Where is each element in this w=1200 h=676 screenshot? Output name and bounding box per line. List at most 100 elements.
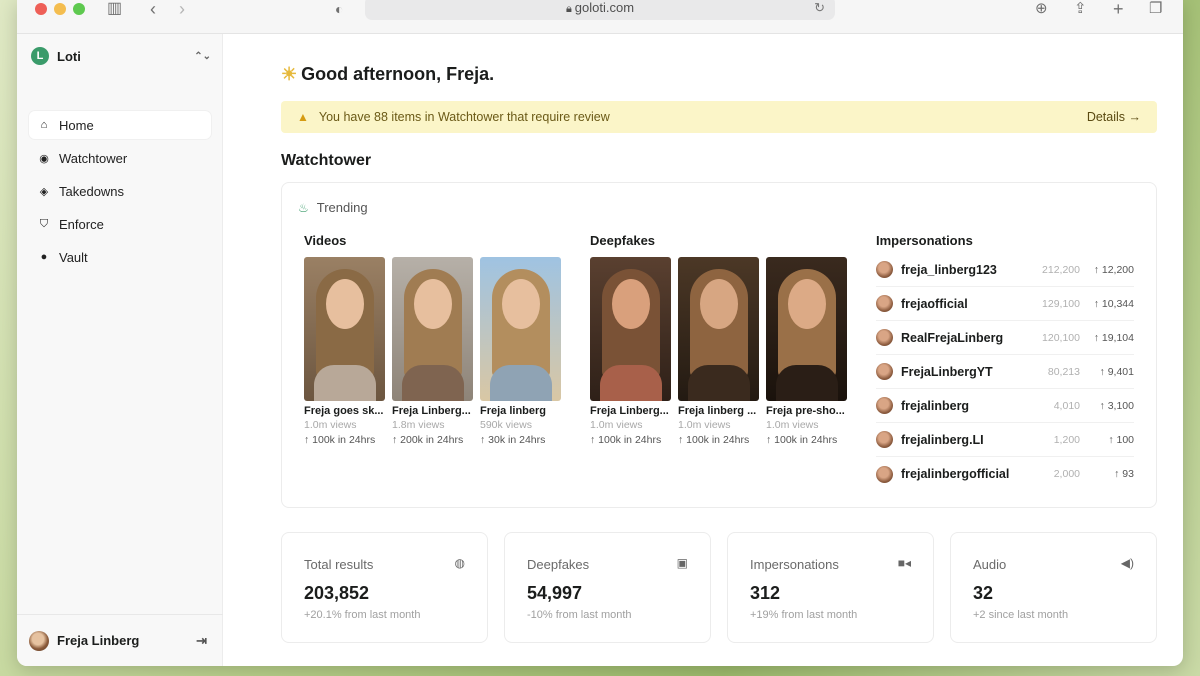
impersonation-row[interactable]: frejalinberg.LI 1,200 ↑ 100 [876, 423, 1134, 457]
forward-icon[interactable]: › [179, 0, 185, 18]
impersonations-title: Impersonations [876, 233, 973, 248]
sidebar-toggle-icon[interactable]: ▥ [107, 0, 122, 18]
sidebar-item-takedowns[interactable]: ◈ Takedowns [29, 177, 211, 205]
back-icon[interactable]: ‹ [150, 0, 156, 18]
video-views: 1.0m views [304, 419, 357, 431]
org-switcher[interactable]: L Loti ⌃⌄ [31, 46, 211, 66]
impersonation-row[interactable]: frejalinbergofficial 2,000 ↑ 93 [876, 457, 1134, 491]
deepfakes-title: Deepfakes [590, 233, 656, 248]
review-alert-banner: ▲ You have 88 items in Watchtower that r… [281, 101, 1157, 133]
impersonation-row[interactable]: frejalinberg 4,010 ↑ 3,100 [876, 389, 1134, 423]
details-link[interactable]: Details → [1087, 110, 1141, 124]
impersonation-delta: ↑ 100 [1108, 433, 1134, 446]
stat-change: -10% from last month [527, 609, 632, 621]
deepfake-views: 1.0m views [766, 419, 819, 431]
impersonation-count: 80,213 [1047, 365, 1080, 378]
speaker-icon: ◀) [1120, 556, 1134, 570]
user-profile[interactable]: Freja Linberg ⇥ [17, 614, 223, 666]
stat-value: 203,852 [304, 583, 370, 603]
stat-change: +2 since last month [973, 609, 1069, 621]
stat-value: 54,997 [527, 583, 583, 603]
org-logo: L [31, 47, 49, 65]
stat-label: Audio [973, 557, 1007, 572]
stat-card-audio[interactable]: Audio ◀) 32 +2 since last month [950, 532, 1157, 643]
address-bar[interactable]: 🔒︎ goloti.com ↻ [365, 0, 835, 20]
sidebar-item-home[interactable]: ⌂ Home [29, 111, 211, 139]
shield-icon[interactable]: ◐ [335, 0, 343, 18]
video-views: 590k views [480, 419, 532, 431]
sidebar-item-vault[interactable]: ● Vault [29, 243, 211, 271]
sidebar-item-label: Vault [59, 249, 88, 265]
stat-value: 312 [750, 583, 781, 603]
video-title[interactable]: Freja goes sk... [304, 405, 385, 417]
deepfake-title[interactable]: Freja Linberg... [590, 405, 671, 417]
deepfake-thumbnail[interactable] [590, 257, 671, 401]
sidebar-item-enforce[interactable]: ⛉ Enforce [29, 210, 211, 238]
deepfake-title[interactable]: Freja pre-sho... [766, 405, 847, 417]
new-tab-icon[interactable]: + [1113, 0, 1124, 18]
video-card[interactable]: Freja Linberg... 1.8m views ↑ 200k in 24… [392, 257, 473, 448]
image-icon: ▣ [676, 556, 688, 570]
stat-card-impersonations[interactable]: Impersonations ■◂ 312 +19% from last mon… [727, 532, 934, 643]
sun-icon: ☀ [281, 64, 298, 84]
download-icon[interactable]: ⊕ [1035, 0, 1048, 18]
shield-check-icon: ⛉ [39, 217, 49, 230]
stat-label: Deepfakes [527, 557, 590, 572]
impersonation-name: frejalinberg.LI [901, 432, 984, 447]
impersonation-delta: ↑ 3,100 [1099, 399, 1134, 412]
impersonation-delta: ↑ 9,401 [1099, 365, 1134, 378]
minimize-window-button[interactable] [54, 3, 66, 15]
deepfake-card[interactable]: Freja linberg ... 1.0m views ↑ 100k in 2… [678, 257, 759, 448]
deepfake-thumbnail[interactable] [766, 257, 847, 401]
impersonation-count: 120,100 [1042, 331, 1080, 344]
video-card[interactable]: Freja linberg 590k views ↑ 30k in 24hrs [480, 257, 561, 448]
share-icon[interactable]: ⇪ [1074, 0, 1087, 18]
url-text: goloti.com [574, 0, 635, 15]
deepfake-card[interactable]: Freja pre-sho... 1.0m views ↑ 100k in 24… [766, 257, 847, 448]
video-thumbnail[interactable] [392, 257, 473, 401]
deepfake-trend: ↑ 100k in 24hrs [590, 434, 662, 446]
video-title[interactable]: Freja Linberg... [392, 405, 473, 417]
video-trend: ↑ 200k in 24hrs [392, 434, 464, 446]
impersonation-count: 2,000 [1053, 468, 1080, 480]
impersonation-count: 1,200 [1053, 433, 1080, 446]
user-circle-icon: ● [40, 251, 48, 263]
stat-label: Impersonations [750, 557, 839, 572]
logout-icon[interactable]: ⇥ [196, 633, 207, 649]
impersonation-delta: ↑ 19,104 [1093, 331, 1134, 344]
stat-card-total-results[interactable]: Total results ◍ 203,852 +20.1% from last… [281, 532, 488, 643]
impersonation-count: 4,010 [1053, 399, 1080, 412]
close-window-button[interactable] [35, 3, 47, 15]
stat-card-deepfakes[interactable]: Deepfakes ▣ 54,997 -10% from last month [504, 532, 711, 643]
sidebar-item-watchtower[interactable]: ◉ Watchtower [29, 144, 211, 172]
video-thumbnail[interactable] [304, 257, 385, 401]
impersonation-count: 212,200 [1042, 263, 1080, 276]
reload-icon[interactable]: ↻ [814, 0, 825, 20]
impersonation-row[interactable]: frejaofficial 129,100 ↑ 10,344 [876, 287, 1134, 321]
watchtower-icon: ◉ [39, 152, 49, 165]
fire-icon: ♨ [298, 200, 309, 215]
sidebar-item-label: Home [59, 117, 94, 133]
impersonation-row[interactable]: RealFrejaLinberg 120,100 ↑ 19,104 [876, 321, 1134, 355]
impersonation-row[interactable]: freja_linberg123 212,200 ↑ 12,200 [876, 253, 1134, 287]
impersonation-name: FrejaLinbergYT [901, 364, 993, 379]
stat-label: Total results [304, 557, 374, 572]
tabs-icon[interactable]: ❐ [1149, 0, 1162, 18]
lock-icon: 🔒︎ [565, 3, 572, 15]
video-thumbnail[interactable] [480, 257, 561, 401]
impersonation-count: 129,100 [1042, 297, 1080, 310]
deepfake-thumbnail[interactable] [678, 257, 759, 401]
deepfake-views: 1.0m views [678, 419, 731, 431]
maximize-window-button[interactable] [73, 3, 85, 15]
chevron-up-down-icon: ⌃⌄ [194, 50, 211, 62]
stat-change: +20.1% from last month [304, 609, 421, 621]
sidebar-item-label: Enforce [59, 216, 104, 232]
section-title-watchtower: Watchtower [281, 152, 372, 169]
deepfake-title[interactable]: Freja linberg ... [678, 405, 759, 417]
video-title[interactable]: Freja linberg [480, 405, 561, 417]
browser-window: ▥ ‹ › ◐ 🔒︎ goloti.com ↻ ⊕ ⇪ + ❐ L Loti ⌃⌄… [17, 0, 1183, 666]
video-card[interactable]: Freja goes sk... 1.0m views ↑ 100k in 24… [304, 257, 385, 448]
main-content: ☀ Good afternoon, Freja. ▲ You have 88 it… [223, 34, 1183, 666]
deepfake-card[interactable]: Freja Linberg... 1.0m views ↑ 100k in 24… [590, 257, 671, 448]
impersonation-row[interactable]: FrejaLinbergYT 80,213 ↑ 9,401 [876, 355, 1134, 389]
